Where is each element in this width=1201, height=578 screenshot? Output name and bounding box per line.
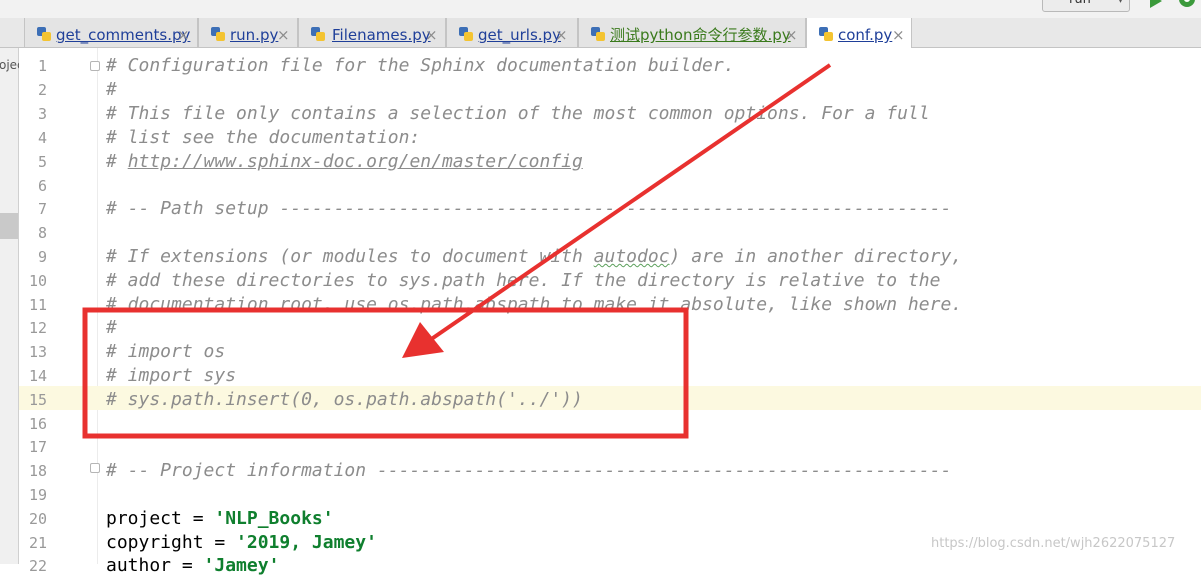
line-number: 13 bbox=[28, 343, 47, 361]
code-text: copyright = bbox=[106, 532, 237, 553]
python-file-icon bbox=[211, 27, 225, 41]
gutter-separator bbox=[97, 48, 98, 564]
code-line-20[interactable]: project = 'NLP_Books' bbox=[106, 507, 334, 531]
line-number: 2 bbox=[37, 81, 47, 99]
tab-label: conf.py bbox=[838, 26, 893, 44]
line-number: 14 bbox=[28, 367, 47, 385]
project-selected-row[interactable] bbox=[0, 213, 18, 239]
code-line-4[interactable]: # list see the documentation: bbox=[106, 126, 420, 150]
line-number: 6 bbox=[37, 177, 47, 195]
line-number: 12 bbox=[28, 319, 47, 337]
python-file-icon bbox=[459, 27, 473, 41]
close-icon[interactable]: × bbox=[277, 18, 290, 52]
tab-label: run.py bbox=[230, 26, 279, 44]
line-number: 3 bbox=[37, 105, 47, 123]
code-line-11[interactable]: # documentation root, use os.path.abspat… bbox=[106, 293, 962, 317]
python-file-icon bbox=[311, 27, 325, 41]
tab-conf[interactable]: conf.py × bbox=[806, 18, 912, 48]
line-number: 16 bbox=[28, 415, 47, 433]
code-line-10[interactable]: # add these directories to sys.path here… bbox=[106, 269, 940, 293]
comment-text: # If extensions (or modules to document … bbox=[106, 246, 594, 267]
string-literal: '2019, Jamey' bbox=[236, 532, 377, 553]
line-number: 17 bbox=[28, 438, 47, 456]
line-number: 4 bbox=[37, 129, 47, 147]
tab-label: get_urls.py bbox=[478, 26, 561, 44]
tab-run[interactable]: run.py × bbox=[198, 18, 298, 47]
close-icon[interactable]: × bbox=[555, 18, 568, 52]
tab-label: get_comments.py bbox=[56, 26, 191, 44]
string-literal: 'Jamey' bbox=[203, 555, 280, 576]
tab-filenames[interactable]: Filenames.py × bbox=[298, 18, 446, 47]
python-file-icon bbox=[819, 27, 833, 41]
tab-label: 测试python命令行参数.py bbox=[610, 26, 791, 44]
code-text: author = bbox=[106, 555, 204, 576]
close-icon[interactable]: × bbox=[892, 18, 905, 52]
line-number: 11 bbox=[28, 296, 47, 314]
code-line-21[interactable]: copyright = '2019, Jamey' bbox=[106, 531, 377, 555]
editor-tab-bar: get_comments.py × run.py × Filenames.py … bbox=[0, 18, 1201, 48]
line-number: 19 bbox=[28, 486, 47, 504]
code-line-12[interactable]: # bbox=[106, 316, 117, 340]
code-line-15[interactable]: # sys.path.insert(0, os.path.abspath('..… bbox=[106, 388, 583, 412]
line-number: 20 bbox=[28, 510, 47, 528]
close-icon[interactable]: × bbox=[425, 18, 438, 52]
run-config-select[interactable]: run ▾ bbox=[1042, 0, 1130, 12]
line-number: 1 bbox=[37, 57, 47, 75]
code-line-14[interactable]: # import sys bbox=[106, 364, 236, 388]
line-number: 22 bbox=[28, 557, 47, 575]
comment-text: ) are in another directory, bbox=[669, 246, 963, 267]
fold-icon[interactable] bbox=[90, 463, 100, 473]
line-number: 8 bbox=[37, 224, 47, 242]
code-line-13[interactable]: # import os bbox=[106, 340, 225, 364]
chevron-down-icon: ▾ bbox=[1117, 0, 1123, 6]
fold-icon[interactable] bbox=[90, 61, 100, 71]
code-line-5[interactable]: # http://www.sphinx-doc.org/en/master/co… bbox=[106, 150, 583, 174]
code-line-3[interactable]: # This file only contains a selection of… bbox=[106, 102, 930, 126]
code-text: project = bbox=[106, 508, 215, 529]
close-icon[interactable]: × bbox=[177, 18, 190, 52]
line-number: 15 bbox=[28, 391, 47, 409]
play-icon[interactable] bbox=[1150, 0, 1162, 8]
top-toolbar bbox=[0, 0, 1201, 18]
spellcheck-word: autodoc bbox=[593, 246, 670, 267]
code-line-9[interactable]: # If extensions (or modules to document … bbox=[106, 245, 962, 269]
line-number: 18 bbox=[28, 462, 47, 480]
line-number: 21 bbox=[28, 534, 47, 552]
code-line-1[interactable]: # Configuration file for the Sphinx docu… bbox=[106, 54, 735, 78]
line-number: 10 bbox=[28, 272, 47, 290]
doc-url-link[interactable]: http://www.sphinx-doc.org/en/master/conf… bbox=[128, 151, 583, 172]
tab-get-comments[interactable]: get_comments.py × bbox=[24, 18, 198, 47]
line-number: 5 bbox=[37, 153, 47, 171]
tab-get-urls[interactable]: get_urls.py × bbox=[446, 18, 578, 47]
annotation-arrowhead bbox=[402, 322, 444, 358]
python-file-icon bbox=[591, 27, 605, 41]
project-tool-window[interactable]: ojec bbox=[0, 48, 24, 564]
run-config-label: run bbox=[1069, 0, 1091, 7]
line-number: 7 bbox=[37, 200, 47, 218]
line-number: 9 bbox=[37, 248, 47, 266]
close-icon[interactable]: × bbox=[785, 18, 798, 52]
watermark: https://blog.csdn.net/wjh2622075127 bbox=[931, 536, 1176, 551]
code-line-2[interactable]: # bbox=[106, 78, 117, 102]
comment-prefix: # bbox=[106, 151, 128, 172]
code-line-18[interactable]: # -- Project information ---------------… bbox=[106, 459, 951, 483]
code-line-7[interactable]: # -- Path setup ------------------------… bbox=[106, 197, 951, 221]
tab-label: Filenames.py bbox=[332, 26, 431, 44]
code-line-22[interactable]: author = 'Jamey' bbox=[106, 554, 279, 578]
string-literal: 'NLP_Books' bbox=[214, 508, 334, 529]
tab-test-python-args[interactable]: 测试python命令行参数.py × bbox=[578, 18, 806, 47]
python-file-icon bbox=[37, 27, 51, 41]
